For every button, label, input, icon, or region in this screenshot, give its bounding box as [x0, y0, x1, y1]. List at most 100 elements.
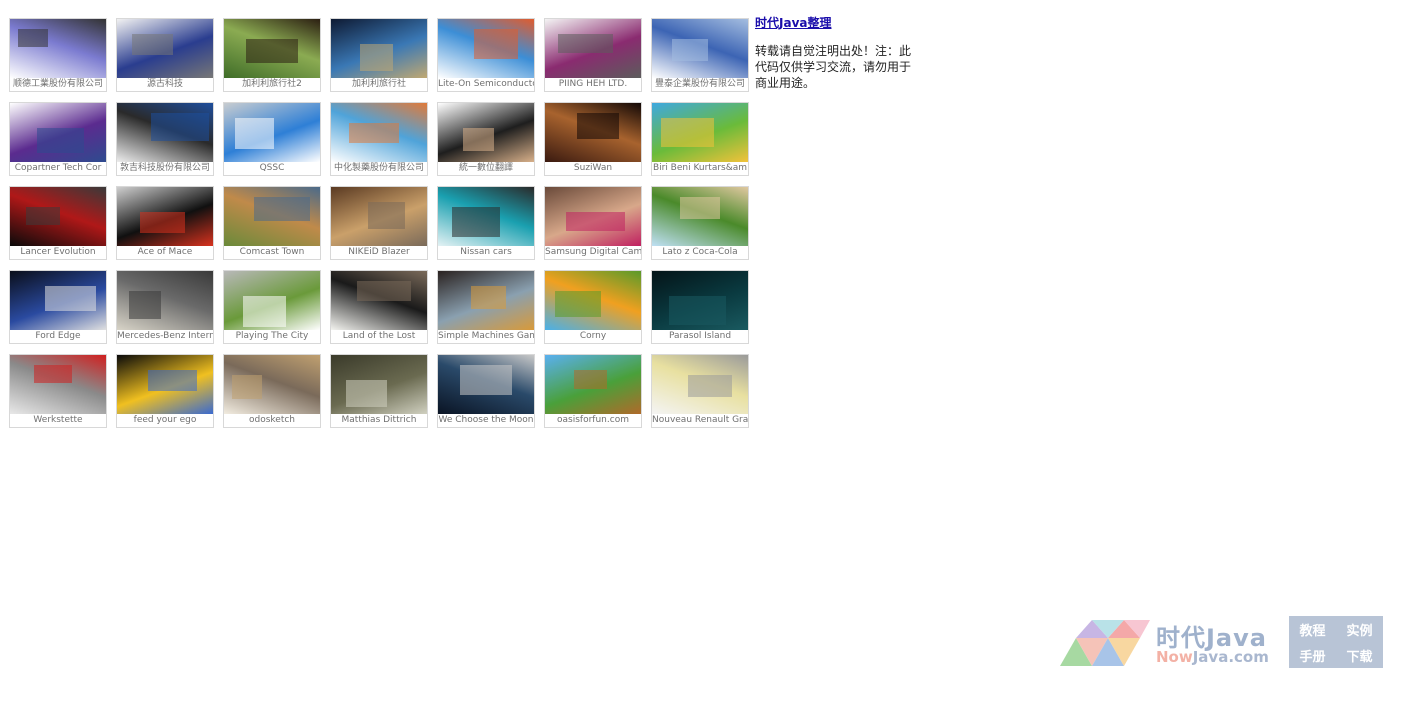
gallery-caption: 中化製藥股份有限公司 [333, 163, 424, 173]
gallery-thumbnail[interactable] [117, 355, 213, 414]
gallery-thumbnail[interactable] [331, 187, 427, 246]
gallery-thumbnail[interactable] [652, 271, 748, 330]
gallery-thumbnail[interactable] [331, 19, 427, 78]
gallery-thumbnail[interactable] [545, 103, 641, 162]
gallery-thumbnail[interactable] [438, 187, 534, 246]
gallery-thumbnail[interactable] [438, 19, 534, 78]
gallery-thumbnail[interactable] [652, 19, 748, 78]
gallery-item[interactable]: 統一數位翻譯 [437, 102, 535, 176]
gallery-thumbnail[interactable] [331, 271, 427, 330]
gallery-caption: Mercedes-Benz Intern [117, 331, 213, 341]
gallery-thumbnail[interactable] [652, 103, 748, 162]
gallery-item[interactable]: Land of the Lost [330, 270, 428, 344]
gallery-item[interactable]: Lite-On Semiconducto [437, 18, 535, 92]
gallery-thumbnail[interactable] [652, 187, 748, 246]
gallery-item[interactable]: Corny [544, 270, 642, 344]
gallery-item[interactable]: 中化製藥股份有限公司 [330, 102, 428, 176]
gallery-caption: Biri Beni Kurtars&am [652, 163, 748, 173]
gallery-thumbnail[interactable] [117, 103, 213, 162]
gallery-thumbnail[interactable] [331, 355, 427, 414]
gallery-caption: feed your ego [133, 415, 197, 425]
gallery-thumbnail[interactable] [545, 271, 641, 330]
gallery-thumbnail[interactable] [10, 103, 106, 162]
gallery-thumbnail[interactable] [545, 355, 641, 414]
gallery-item[interactable]: Nissan cars [437, 186, 535, 260]
gallery-item[interactable]: Nouveau Renault Gran [651, 354, 749, 428]
gallery-item[interactable]: Lato z Coca-Cola [651, 186, 749, 260]
gallery-item[interactable]: Ford Edge [9, 270, 107, 344]
gallery-item[interactable]: PIING HEH LTD. [544, 18, 642, 92]
gallery-caption: QSSC [259, 163, 285, 173]
gallery-thumbnail[interactable] [331, 103, 427, 162]
gallery-item[interactable]: Copartner Tech Cor [9, 102, 107, 176]
watermark-link-examples[interactable]: 实例 [1346, 620, 1372, 639]
gallery-caption: odosketch [248, 415, 296, 425]
gallery-item[interactable]: feed your ego [116, 354, 214, 428]
gallery-item[interactable]: NIKEiD Blazer [330, 186, 428, 260]
gallery-caption: 敦吉科技股份有限公司 [119, 163, 210, 173]
watermark-brand-en-now: Now [1156, 648, 1193, 666]
gallery-thumbnail[interactable] [224, 271, 320, 330]
gallery-caption: 統一數位翻譯 [458, 163, 513, 173]
watermark-link-tutorial[interactable]: 教程 [1299, 620, 1325, 639]
gallery-caption: 豐泰企業股份有限公司 [654, 79, 745, 89]
gallery-item[interactable]: Werkstette [9, 354, 107, 428]
gallery-thumbnail[interactable] [652, 355, 748, 414]
gallery-thumbnail[interactable] [117, 19, 213, 78]
gallery-thumbnail[interactable] [117, 187, 213, 246]
gallery-item[interactable]: 加利利旅行社 [330, 18, 428, 92]
gallery-caption: 源古科技 [146, 79, 183, 89]
gallery-item[interactable]: 源古科技 [116, 18, 214, 92]
gallery-thumbnail[interactable] [438, 103, 534, 162]
gallery-item[interactable]: QSSC [223, 102, 321, 176]
watermark-link-download[interactable]: 下载 [1346, 646, 1372, 665]
gallery-caption: Lite-On Semiconducto [438, 79, 534, 89]
gallery-caption: Nissan cars [460, 247, 512, 257]
gallery-item[interactable]: 敦吉科技股份有限公司 [116, 102, 214, 176]
gallery-thumbnail[interactable] [10, 19, 106, 78]
gallery-thumbnail[interactable] [10, 271, 106, 330]
watermark-links: 教程 实例 手册 下载 [1289, 616, 1383, 668]
gallery-thumbnail[interactable] [10, 355, 106, 414]
gallery-caption: 加利利旅行社 [351, 79, 406, 89]
sidebar: 时代Java整理 转载请自觉注明出处！注：此代码仅供学习交流，请勿用于商业用途。 [755, 14, 915, 91]
triangle-logo-icon [1060, 620, 1150, 666]
gallery-thumbnail[interactable] [224, 19, 320, 78]
gallery-item[interactable]: Playing The City [223, 270, 321, 344]
gallery-thumbnail[interactable] [545, 19, 641, 78]
gallery-item[interactable]: 加利利旅行社2 [223, 18, 321, 92]
gallery-thumbnail[interactable] [10, 187, 106, 246]
watermark-brand-en: NowJava.com [1156, 648, 1269, 666]
gallery-item[interactable]: oasisforfun.com [544, 354, 642, 428]
watermark-link-manual[interactable]: 手册 [1299, 646, 1325, 665]
gallery-item[interactable]: Samsung Digital Came [544, 186, 642, 260]
gallery-thumbnail[interactable] [117, 271, 213, 330]
gallery-item[interactable]: 豐泰企業股份有限公司 [651, 18, 749, 92]
gallery-thumbnail[interactable] [224, 187, 320, 246]
gallery-thumbnail[interactable] [224, 103, 320, 162]
gallery-caption: Matthias Dittrich [341, 415, 417, 425]
gallery-item[interactable]: Mercedes-Benz Intern [116, 270, 214, 344]
gallery-item[interactable]: Parasol Island [651, 270, 749, 344]
gallery-thumbnail[interactable] [224, 355, 320, 414]
gallery-thumbnail[interactable] [438, 271, 534, 330]
gallery-item[interactable]: SuziWan [544, 102, 642, 176]
gallery-caption: Playing The City [235, 331, 309, 341]
gallery-caption: Land of the Lost [342, 331, 416, 341]
gallery-thumbnail[interactable] [545, 187, 641, 246]
gallery-caption: 加利利旅行社2 [242, 79, 302, 89]
gallery-item[interactable]: 顺德工業股份有限公司 [9, 18, 107, 92]
gallery-caption: Simple Machines Game [438, 331, 534, 341]
sidebar-title-link[interactable]: 时代Java整理 [755, 14, 915, 31]
gallery-item[interactable]: Lancer Evolution [9, 186, 107, 260]
gallery-item[interactable]: Simple Machines Game [437, 270, 535, 344]
gallery-item[interactable]: We Choose the Moon [437, 354, 535, 428]
watermark-brand-en-domain: Java.com [1192, 648, 1269, 666]
gallery-item[interactable]: Matthias Dittrich [330, 354, 428, 428]
gallery-item[interactable]: odosketch [223, 354, 321, 428]
gallery-item[interactable]: Biri Beni Kurtars&am [651, 102, 749, 176]
gallery-item[interactable]: Comcast Town [223, 186, 321, 260]
gallery-thumbnail[interactable] [438, 355, 534, 414]
gallery-item[interactable]: Ace of Mace [116, 186, 214, 260]
gallery-caption: Lato z Coca-Cola [662, 247, 738, 257]
